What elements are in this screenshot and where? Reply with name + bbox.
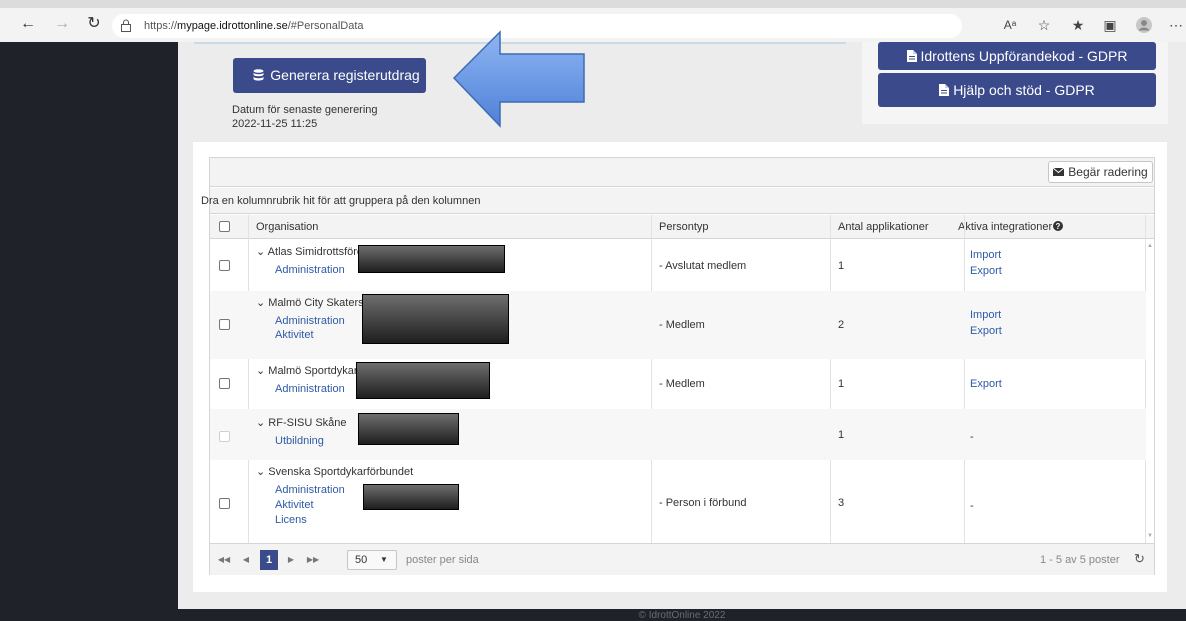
apps-count: 1: [838, 429, 845, 441]
left-sidebar: [0, 42, 178, 621]
integration-import-link[interactable]: Import: [970, 249, 1001, 261]
redaction-box: [358, 413, 459, 445]
integration-import-link[interactable]: Import: [970, 309, 1001, 321]
grid-scrollbar[interactable]: ▲ ▼: [1146, 240, 1154, 543]
chevron-down-icon: ▼: [380, 555, 388, 564]
refresh-grid-icon[interactable]: ↻: [1134, 551, 1145, 567]
first-page-icon[interactable]: ◀◀: [215, 551, 233, 569]
row-checkbox[interactable]: [219, 319, 230, 330]
tab-strip: [0, 0, 1186, 8]
redaction-box: [358, 245, 505, 273]
forward-icon[interactable]: →: [52, 14, 72, 34]
select-all-checkbox[interactable]: [219, 221, 230, 232]
apps-count: 1: [838, 260, 845, 272]
conduct-code-gdpr-button[interactable]: Idrottens Uppförandekod - GDPR: [878, 42, 1156, 70]
grid-toolbar: Begär radering: [210, 158, 1154, 187]
browser-toolbar: ← → ↻ https://mypage.idrottonline.se/#Pe…: [0, 0, 1186, 42]
row-checkbox: [219, 431, 230, 442]
org-name: ⌄ Svenska Sportdykarförbundet: [256, 466, 414, 478]
prev-page-icon[interactable]: ◀: [237, 551, 255, 569]
redaction-box: [363, 484, 459, 510]
url-text: https://mypage.idrottonline.se/#Personal…: [144, 20, 364, 32]
last-page-icon[interactable]: ▶▶: [304, 551, 322, 569]
org-name: ⌄ Atlas Simidrottsföre: [256, 246, 364, 258]
org-name: ⌄ Malmö Sportdykark: [256, 365, 364, 377]
app-link-aktivitet[interactable]: Aktivitet: [275, 329, 314, 341]
app-link-administration[interactable]: Administration: [275, 383, 345, 395]
database-icon: [253, 69, 264, 81]
scroll-down-icon[interactable]: ▼: [1147, 533, 1153, 539]
page-size-select[interactable]: 50 ▼: [347, 550, 397, 570]
column-header-integrations[interactable]: Aktiva integrationer?: [958, 221, 1064, 233]
favorite-add-icon[interactable]: ☆: [1034, 16, 1054, 34]
page-footer: © IdrottOnline 2022: [178, 609, 1186, 621]
collections-icon[interactable]: ▣: [1100, 16, 1120, 34]
table-row[interactable]: ⌄ Malmö City Skaters Administration Akti…: [210, 291, 1146, 359]
column-header-persontyp[interactable]: Persontyp: [659, 221, 709, 233]
pager-info: 1 - 5 av 5 poster: [1040, 554, 1120, 566]
help-icon[interactable]: ?: [1053, 221, 1064, 231]
integration-export-link[interactable]: Export: [970, 325, 1002, 337]
app-link-administration[interactable]: Administration: [275, 264, 345, 276]
scroll-up-icon[interactable]: ▲: [1147, 243, 1153, 249]
personal-data-grid: Begär radering Dra en kolumnrubrik hit f…: [201, 157, 1155, 575]
table-row[interactable]: ⌄ Svenska Sportdykarförbundet Administra…: [210, 460, 1146, 543]
generate-extract-button[interactable]: Generera registerutdrag: [233, 58, 426, 93]
lock-icon: [121, 19, 131, 32]
grid-pager: ◀◀ ◀ 1 ▶ ▶▶ 50 ▼ poster per sida 1 - 5 av…: [210, 543, 1154, 575]
page-size-label: poster per sida: [406, 554, 479, 566]
integration-export-link[interactable]: Export: [970, 265, 1002, 277]
read-aloud-icon[interactable]: Aᵃ: [1000, 16, 1020, 34]
persontyp-value: - Person i förbund: [659, 497, 747, 509]
redaction-box: [356, 362, 490, 399]
integration-export-link[interactable]: Export: [970, 378, 1002, 390]
document-icon: [906, 50, 917, 62]
request-deletion-button[interactable]: Begär radering: [1048, 161, 1153, 183]
persontyp-value: - Medlem: [659, 319, 705, 331]
redaction-box: [362, 294, 509, 344]
apps-count: 2: [838, 319, 845, 331]
apps-count: 1: [838, 378, 845, 390]
app-link-licens[interactable]: Licens: [275, 514, 307, 526]
column-header-apps[interactable]: Antal applikationer: [838, 221, 929, 233]
table-row[interactable]: ⌄ Atlas Simidrottsföre Administration - …: [210, 240, 1146, 291]
annotation-arrow: [452, 30, 585, 128]
group-hint: Dra en kolumnrubrik hit för att gruppera…: [201, 195, 481, 207]
app-link-administration[interactable]: Administration: [275, 484, 345, 496]
table-row[interactable]: ⌄ Malmö Sportdykark Administration - Med…: [210, 359, 1146, 409]
back-icon[interactable]: ←: [18, 14, 38, 34]
help-support-gdpr-button[interactable]: Hjälp och stöd - GDPR: [878, 73, 1156, 107]
app-link-utbildning[interactable]: Utbildning: [275, 435, 324, 447]
row-checkbox[interactable]: [219, 260, 230, 271]
table-row[interactable]: ⌄ RF-SISU Skåne Utbildning 1 -: [210, 409, 1146, 460]
grid-header: Organisation Persontyp Antal applikation…: [210, 215, 1154, 239]
org-name: ⌄ Malmö City Skaters: [256, 297, 364, 309]
org-name: ⌄ RF-SISU Skåne: [256, 417, 347, 429]
next-page-icon[interactable]: ▶: [282, 551, 300, 569]
integrations-value: -: [970, 431, 974, 443]
last-generated-label: Datum för senaste generering: [232, 104, 378, 116]
apps-count: 3: [838, 497, 845, 509]
group-drop-area[interactable]: Dra en kolumnrubrik hit för att gruppera…: [201, 188, 1154, 214]
document-icon: [939, 84, 950, 96]
envelope-icon: [1053, 168, 1065, 176]
persontyp-value: - Avslutat medlem: [659, 260, 747, 272]
last-generated-date: 2022-11-25 11:25: [232, 118, 318, 130]
persontyp-value: - Medlem: [659, 378, 705, 390]
app-link-administration[interactable]: Administration: [275, 315, 345, 327]
current-page-button[interactable]: 1: [260, 550, 278, 570]
integrations-value: -: [970, 500, 974, 512]
svg-text:?: ?: [1056, 222, 1061, 231]
refresh-icon[interactable]: ↻: [84, 14, 104, 34]
column-header-organisation[interactable]: Organisation: [256, 221, 318, 233]
profile-icon[interactable]: [1134, 16, 1154, 34]
more-icon[interactable]: ⋯: [1166, 16, 1186, 34]
row-checkbox[interactable]: [219, 378, 230, 389]
app-link-aktivitet[interactable]: Aktivitet: [275, 499, 314, 511]
row-checkbox[interactable]: [219, 498, 230, 509]
favorites-icon[interactable]: ★: [1068, 16, 1088, 34]
